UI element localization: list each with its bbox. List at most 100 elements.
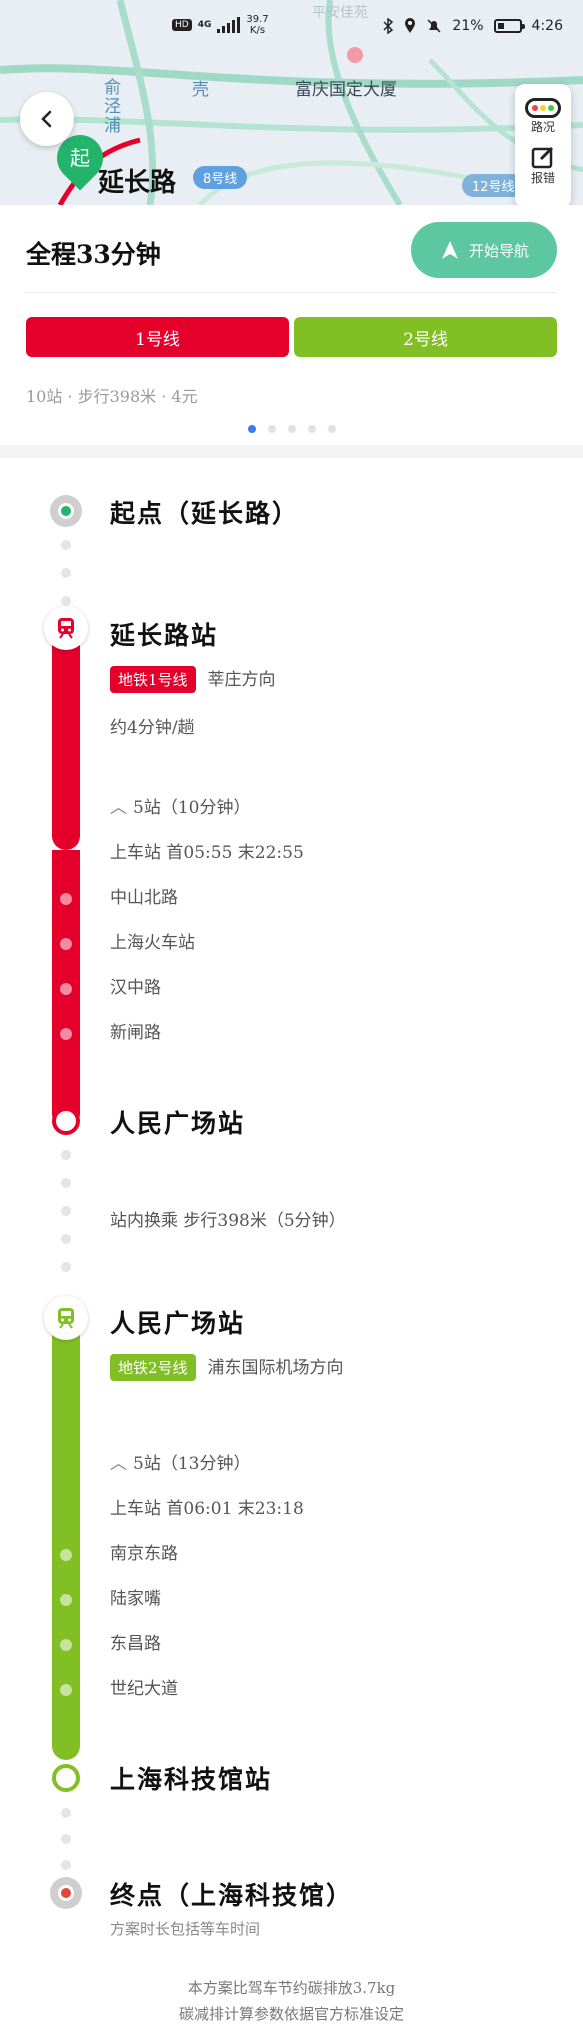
route-summary: 全程33分钟 开始导航 1号线 2号线 10站 · 步行398米 · 4元 <box>0 205 583 445</box>
connector-dot <box>61 568 71 578</box>
metro-icon <box>58 618 74 639</box>
leg1-stop-dot <box>60 983 72 995</box>
carbon-footer: 本方案比驾车节约碳排放3.7kg 碳减排计算参数依据官方标准设定 <box>0 1975 583 2027</box>
leg2-schedule: 上车站 首06:01 末23:18 <box>110 1499 304 1519</box>
leg1-stop: 上海火车站 <box>110 933 195 953</box>
leg2-stop: 世纪大道 <box>110 1679 178 1699</box>
leg1-alight-ring <box>52 1107 80 1135</box>
page-dot[interactable] <box>287 425 296 433</box>
network-type: 4G <box>197 20 212 30</box>
leg1-schedule: 上车站 首05:55 末22:55 <box>110 843 304 863</box>
leg1-stops-summary: 5站（10分钟） <box>133 798 251 818</box>
origin-label: 起点（延长路） <box>110 499 300 528</box>
leg1-alight-station: 人民广场站 <box>110 1109 246 1138</box>
battery-icon <box>493 19 525 33</box>
clock: 4:26 <box>531 18 563 34</box>
line1-segment[interactable]: 1号线 <box>26 317 289 357</box>
location-icon <box>405 18 416 33</box>
carbon-saving: 本方案比驾车节约碳排放3.7kg <box>187 1979 396 1997</box>
traffic-label: 路况 <box>530 120 555 134</box>
page-dot[interactable] <box>307 425 316 433</box>
start-navigation-label: 开始导航 <box>468 241 529 260</box>
traffic-button[interactable]: 路况 <box>525 98 561 135</box>
bluetooth-icon <box>383 18 394 34</box>
start-navigation-button[interactable]: 开始导航 <box>411 222 557 278</box>
speed-value: 39.7 <box>246 14 269 25</box>
network-speed: 39.7 K/s <box>246 14 268 36</box>
page-indicator[interactable] <box>0 425 583 433</box>
connector-dot <box>61 596 71 606</box>
signal-icon <box>217 17 241 33</box>
map-line8-badge: 8号线 <box>193 166 248 189</box>
leg1-stop: 中山北路 <box>110 888 178 908</box>
leg1-stop: 汉中路 <box>110 978 161 998</box>
connector-dot <box>61 1860 71 1870</box>
leg2-alight-ring <box>52 1764 80 1792</box>
section-divider <box>0 445 583 458</box>
edit-icon <box>531 146 554 169</box>
leg2-stop-dot <box>60 1684 72 1696</box>
chevron-left-icon <box>41 110 52 128</box>
line2-segment[interactable]: 2号线 <box>294 317 557 357</box>
hd-indicator: HD <box>172 19 192 31</box>
leg2-direction: 浦东国际机场方向 <box>207 1358 344 1378</box>
connector-dot <box>61 1262 71 1272</box>
leg2-stop-dot <box>60 1549 72 1561</box>
leg1-stops-toggle[interactable]: ︿ 5站（10分钟） <box>110 793 250 818</box>
leg1-stop-dot <box>60 1028 72 1040</box>
page-dot[interactable] <box>247 425 256 433</box>
leg1-line-badge[interactable]: 地铁1号线 <box>110 666 196 693</box>
connector-dot <box>61 1234 71 1244</box>
report-button[interactable]: 报错 <box>531 145 555 186</box>
leg2-stop: 南京东路 <box>110 1544 178 1564</box>
leg2-stops-summary: 5站（13分钟） <box>133 1454 251 1474</box>
leg2-alight-station: 上海科技馆站 <box>110 1765 273 1794</box>
total-time: 全程33分钟 <box>26 240 161 269</box>
start-marker-label: 起 <box>70 146 90 170</box>
connector-dot <box>61 1178 71 1188</box>
leg1-stop-dot <box>60 938 72 950</box>
leg1-frequency: 约4分钟/趟 <box>110 718 195 738</box>
leg2-stops-toggle[interactable]: ︿ 5站（13分钟） <box>110 1449 250 1474</box>
leg2-stop-dot <box>60 1639 72 1651</box>
page-dot[interactable] <box>267 425 276 433</box>
leg2-stop: 东昌路 <box>110 1634 161 1654</box>
leg2-line-badge[interactable]: 地铁2号线 <box>110 1354 196 1381</box>
battery-percent: 21% <box>452 18 484 34</box>
map-label-station: 延长路 <box>98 168 177 198</box>
leg1-stop: 新闸路 <box>110 1023 161 1043</box>
summary-divider <box>26 292 557 293</box>
map-label-river: 俞泾浦 <box>100 78 120 135</box>
leg1-stop-dot <box>60 893 72 905</box>
train-icon-line1 <box>44 606 88 650</box>
origin-marker <box>50 495 82 527</box>
report-label: 报错 <box>530 171 555 185</box>
map-tools: 路况 报错 <box>515 84 571 205</box>
connector-dot <box>61 1834 71 1844</box>
line1-route-bar <box>52 628 80 850</box>
route-meta: 10站 · 步行398米 · 4元 <box>26 387 198 406</box>
connector-dot <box>61 1808 71 1818</box>
destination-marker <box>50 1877 82 1909</box>
back-button[interactable] <box>20 92 74 146</box>
traffic-light-icon <box>525 98 561 118</box>
leg2-line-row: 地铁2号线 浦东国际机场方向 <box>110 1353 344 1381</box>
connector-dot <box>61 1206 71 1216</box>
map-label-partial: 壳 <box>192 80 209 100</box>
connector-dot <box>61 1150 71 1160</box>
metro-icon <box>58 1308 74 1329</box>
train-icon-line2 <box>44 1296 88 1340</box>
destination-label: 终点（上海科技馆） <box>110 1881 354 1910</box>
route-map[interactable]: 平安佳苑 富庆国定大厦 俞泾浦 壳 延长路 8号线 12号线 起 路况 报错 H… <box>0 0 583 205</box>
mute-bell-icon <box>427 19 441 33</box>
navigation-arrow-icon <box>441 241 458 259</box>
transfer-info: 站内换乘 步行398米（5分钟） <box>110 1211 346 1231</box>
leg2-station: 人民广场站 <box>110 1309 246 1338</box>
map-label-building: 富庆国定大厦 <box>295 80 397 100</box>
leg1-line-row: 地铁1号线 莘庄方向 <box>110 665 276 693</box>
connector-dot <box>61 540 71 550</box>
page-dot[interactable] <box>327 425 336 433</box>
leg2-stop-dot <box>60 1594 72 1606</box>
leg1-direction: 莘庄方向 <box>207 670 276 690</box>
carbon-note: 碳减排计算参数依据官方标准设定 <box>178 2005 404 2023</box>
